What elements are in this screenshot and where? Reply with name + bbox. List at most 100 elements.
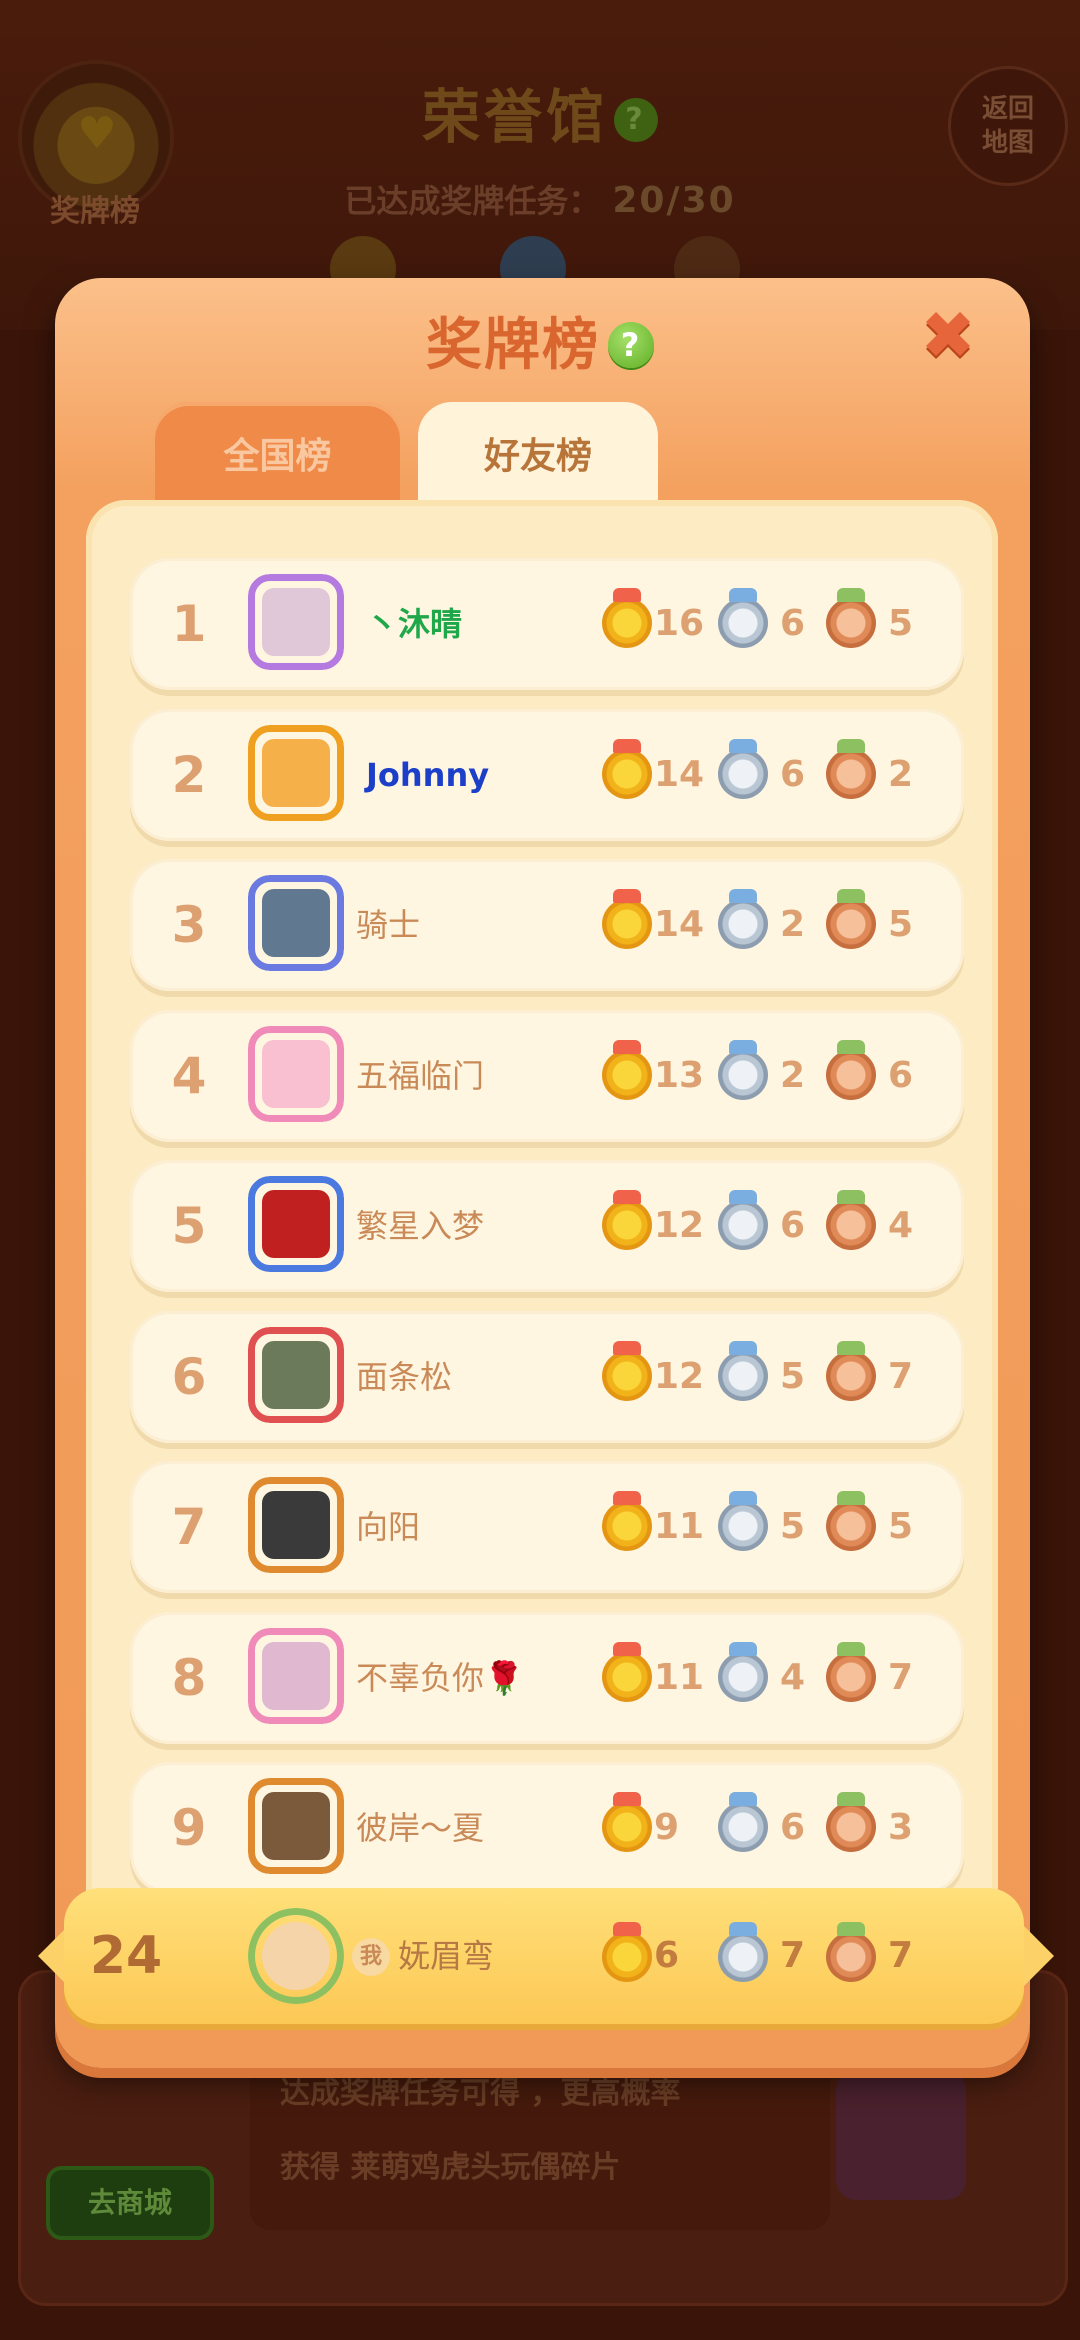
gold-medal-icon bbox=[602, 1642, 652, 1702]
player-avatar[interactable] bbox=[248, 875, 344, 971]
gold-medal-count: 12 bbox=[654, 1356, 705, 1397]
tab-friends[interactable]: 好友榜 bbox=[418, 402, 658, 512]
gold-medal-icon bbox=[602, 1491, 652, 1551]
player-name: 五福临门 bbox=[356, 1057, 485, 1095]
rank-number: 9 bbox=[171, 1799, 207, 1857]
rank-number: 4 bbox=[171, 1047, 207, 1105]
help-icon[interactable]: ? bbox=[608, 322, 654, 368]
silver-medal-count: 5 bbox=[780, 1506, 806, 1547]
bronze-medal-icon bbox=[826, 1190, 876, 1250]
silver-medal-icon bbox=[718, 1040, 768, 1100]
player-name: 彼岸～夏 bbox=[356, 1809, 485, 1847]
rank-number: 3 bbox=[171, 896, 207, 954]
tab-national[interactable]: 全国榜 bbox=[155, 402, 400, 512]
gold-medal-icon bbox=[602, 1341, 652, 1401]
gold-medal-count: 11 bbox=[654, 1657, 705, 1698]
silver-medal-icon bbox=[718, 1491, 768, 1551]
gold-medal-count: 11 bbox=[654, 1506, 705, 1547]
progress-value: 20/30 bbox=[612, 180, 736, 221]
gold-medal-icon bbox=[602, 1922, 652, 1982]
rank-number: 8 bbox=[171, 1649, 207, 1707]
player-avatar[interactable] bbox=[248, 1778, 344, 1874]
my-bronze-medal-count: 7 bbox=[888, 1935, 914, 1976]
bronze-medal-icon bbox=[826, 1792, 876, 1852]
my-gold-medal-count: 6 bbox=[654, 1935, 680, 1976]
player-name: 丶沐晴 bbox=[366, 605, 463, 643]
my-rank-row[interactable] bbox=[64, 1888, 1024, 2024]
bronze-medal-count: 6 bbox=[888, 1055, 914, 1096]
bronze-medal-count: 4 bbox=[888, 1205, 914, 1246]
gold-medal-icon bbox=[602, 889, 652, 949]
gold-medal-icon bbox=[602, 1040, 652, 1100]
close-icon[interactable]: ✖ bbox=[918, 303, 978, 369]
silver-medal-icon bbox=[718, 1642, 768, 1702]
silver-medal-count: 6 bbox=[780, 754, 806, 795]
medal-task-progress: 已达成奖牌任务： 20/30 bbox=[0, 176, 1080, 222]
my-silver-medal-count: 7 bbox=[780, 1935, 806, 1976]
gold-medal-count: 13 bbox=[654, 1055, 705, 1096]
silver-medal-icon bbox=[718, 1341, 768, 1401]
player-avatar[interactable] bbox=[248, 574, 344, 670]
progress-label: 已达成奖牌任务： bbox=[344, 182, 601, 220]
leaderboard-row[interactable]: 8 不辜负你🌹 11 4 7 bbox=[130, 1612, 964, 1744]
rank-number: 2 bbox=[171, 746, 207, 804]
leaderboard-row[interactable]: 4 五福临门 13 2 6 bbox=[130, 1010, 964, 1142]
rank-number: 5 bbox=[171, 1197, 207, 1255]
bronze-medal-icon bbox=[826, 1040, 876, 1100]
player-avatar[interactable] bbox=[248, 1176, 344, 1272]
leaderboard-row[interactable]: 5 繁星入梦 12 6 4 bbox=[130, 1160, 964, 1292]
bronze-medal-count: 5 bbox=[888, 904, 914, 945]
my-rank-number: 24 bbox=[89, 1926, 163, 1986]
bronze-medal-icon bbox=[826, 588, 876, 648]
leaderboard-row[interactable]: 7 向阳 11 5 5 bbox=[130, 1461, 964, 1593]
leaderboard-row[interactable]: 1 丶沐晴 16 6 5 bbox=[130, 558, 964, 690]
gold-medal-count: 16 bbox=[654, 603, 705, 644]
leaderboard-row[interactable]: 6 面条松 12 5 7 bbox=[130, 1311, 964, 1443]
silver-medal-icon bbox=[718, 1922, 768, 1982]
leaderboard-row[interactable]: 3 骑士 14 2 5 bbox=[130, 859, 964, 991]
bronze-medal-icon bbox=[826, 1341, 876, 1401]
player-avatar[interactable] bbox=[248, 1477, 344, 1573]
bronze-medal-icon bbox=[826, 739, 876, 799]
bronze-medal-icon bbox=[826, 1922, 876, 1982]
self-row-right-arrow bbox=[1024, 1926, 1054, 1986]
silver-medal-count: 4 bbox=[780, 1657, 806, 1698]
player-avatar[interactable] bbox=[248, 1628, 344, 1724]
leaderboard-row[interactable]: 2 Johnny 14 6 2 bbox=[130, 709, 964, 841]
gold-medal-icon bbox=[602, 588, 652, 648]
bronze-medal-count: 7 bbox=[888, 1657, 914, 1698]
player-name: 繁星入梦 bbox=[356, 1207, 485, 1245]
reward-info-line-2: 获得 莱萌鸡虎头玩偶碎片 bbox=[280, 2150, 621, 2185]
gold-medal-icon bbox=[602, 739, 652, 799]
leaderboard-row[interactable]: 9 彼岸～夏 9 6 3 bbox=[130, 1762, 964, 1894]
me-tag: 我 bbox=[352, 1938, 390, 1976]
gold-medal-icon bbox=[602, 1792, 652, 1852]
bronze-medal-count: 2 bbox=[888, 754, 914, 795]
silver-medal-count: 6 bbox=[780, 603, 806, 644]
bronze-medal-icon bbox=[826, 1491, 876, 1551]
silver-medal-icon bbox=[718, 1792, 768, 1852]
hall-title: 荣誉馆? bbox=[0, 70, 1080, 154]
player-avatar[interactable] bbox=[248, 1327, 344, 1423]
silver-medal-icon bbox=[718, 739, 768, 799]
player-name: 面条松 bbox=[356, 1358, 453, 1396]
go-to-shop-button[interactable]: 去商城 bbox=[46, 2166, 214, 2240]
silver-medal-icon bbox=[718, 1190, 768, 1250]
gift-box-icon bbox=[836, 2070, 966, 2200]
gold-medal-icon bbox=[602, 1190, 652, 1250]
silver-medal-count: 2 bbox=[780, 904, 806, 945]
player-avatar[interactable] bbox=[248, 1026, 344, 1122]
silver-medal-count: 6 bbox=[780, 1807, 806, 1848]
player-name: 向阳 bbox=[356, 1508, 421, 1546]
bronze-medal-count: 5 bbox=[888, 603, 914, 644]
bronze-medal-icon bbox=[826, 889, 876, 949]
bronze-medal-count: 3 bbox=[888, 1807, 914, 1848]
silver-medal-count: 2 bbox=[780, 1055, 806, 1096]
player-avatar[interactable] bbox=[248, 725, 344, 821]
my-name: 妩眉弯 bbox=[398, 1937, 495, 1975]
hall-help-icon[interactable]: ? bbox=[614, 98, 658, 142]
bronze-medal-count: 5 bbox=[888, 1506, 914, 1547]
gold-medal-count: 9 bbox=[654, 1807, 680, 1848]
reward-info-line-1: 达成奖牌任务可得 ，更高概率 bbox=[280, 2076, 681, 2111]
back-to-map-button[interactable]: 返回地图 bbox=[948, 66, 1068, 186]
